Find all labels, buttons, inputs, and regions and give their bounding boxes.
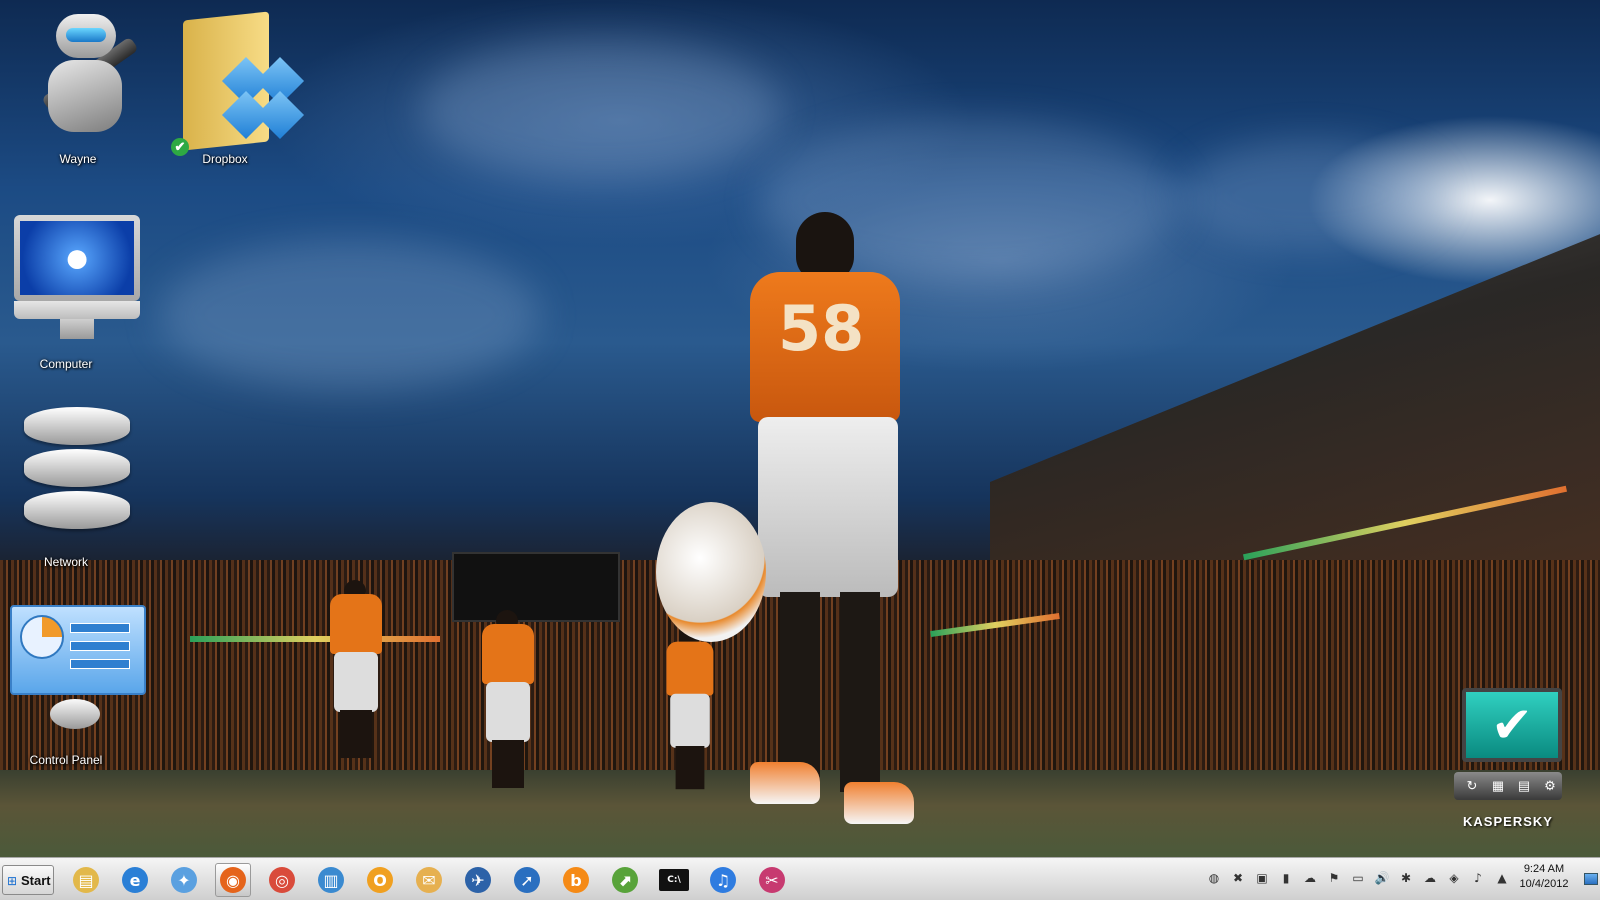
desktop-icon-network[interactable]: Network: [6, 403, 130, 569]
snipping-tool-icon: ✂: [759, 867, 785, 893]
onedrive-icon[interactable]: ☁: [1422, 870, 1438, 886]
imac-computer-icon: ●: [6, 205, 146, 355]
taskbar-notepad-button[interactable]: ▥: [313, 863, 349, 897]
taskbar-internet-explorer-button[interactable]: e: [117, 863, 153, 897]
battery-icon[interactable]: ▮: [1278, 870, 1294, 886]
protection-status-icon[interactable]: ✔: [1462, 688, 1562, 762]
desktop-icon-label: Network: [43, 555, 88, 569]
command-prompt-icon: C:\: [659, 869, 689, 891]
taskbar-chrome-button[interactable]: ◎: [264, 863, 300, 897]
clock[interactable]: 9:24 AM 10/4/2012: [1512, 862, 1576, 892]
bluetooth-icon[interactable]: ✱: [1398, 870, 1414, 886]
show-desktop-icon: [1584, 873, 1598, 885]
start-button[interactable]: ⊞ Start: [2, 865, 54, 895]
clock-date: 10/4/2012: [1519, 878, 1569, 890]
desktop-icon-label: Control Panel: [29, 753, 103, 767]
internet-explorer-icon: e: [122, 867, 148, 893]
start-label: Start: [21, 873, 51, 888]
taskbar-windows-explorer-button[interactable]: ▤: [68, 863, 104, 897]
itunes-icon: ♫: [710, 867, 736, 893]
settings-icon[interactable]: ⚙: [1542, 778, 1558, 794]
display-icon[interactable]: ▭: [1350, 870, 1366, 886]
calendar-icon[interactable]: ▦: [1490, 778, 1506, 794]
clock-time: 9:24 AM: [1523, 863, 1565, 875]
windows-logo-icon: ⊞: [7, 874, 18, 888]
taskbar-outlook-button[interactable]: O: [362, 863, 398, 897]
taskbar-safari-button[interactable]: ✦: [166, 863, 202, 897]
cloud-sync-icon[interactable]: ☁: [1302, 870, 1318, 886]
wallpaper-player: 58: [656, 212, 980, 852]
desktop-icon-computer[interactable]: ● Computer: [6, 205, 140, 371]
network-disks-icon: [6, 403, 146, 553]
sync-check-icon: ✔: [171, 138, 189, 156]
kaspersky-brand: KASPERSKY: [1463, 814, 1553, 829]
chrome-icon: ◎: [269, 867, 295, 893]
control-panel-icon: [6, 601, 146, 751]
taskbar-firefox-button[interactable]: ◉: [215, 863, 251, 897]
google-drive-icon[interactable]: ▲: [1494, 870, 1510, 886]
taskbar-snipping-tool-button[interactable]: ✂: [754, 863, 790, 897]
taskbar-itunes-button[interactable]: ♫: [705, 863, 741, 897]
rocket-app-icon: ➚: [514, 867, 540, 893]
safari-icon: ✦: [171, 867, 197, 893]
app-window-icon[interactable]: ▣: [1254, 870, 1270, 886]
thunderbird-icon: ✈: [465, 867, 491, 893]
refresh-icon[interactable]: ↻: [1464, 778, 1480, 794]
blogger-icon: b: [563, 867, 589, 893]
windows-explorer-icon: ▤: [73, 867, 99, 893]
automator-robot-icon: [18, 6, 139, 156]
notepad-icon: ▥: [318, 867, 344, 893]
sound-icon[interactable]: ♪: [1470, 870, 1486, 886]
taskbar: ⊞ Start ▤ e ✦ ◉ ◎ ▥ O ✉ ✈ ➚ b ⬈ C:\ ♫ ✂ ◍ ✖ ▣ ▮ ☁ ⚑ ▭ 🔊 ✱ ☁ ◈ ♪ ▲ …: [0, 857, 1600, 900]
taskbar-rocket-app-button[interactable]: ➚: [509, 863, 545, 897]
volume-icon[interactable]: 🔊: [1374, 870, 1390, 886]
taskbar-stock-chart-button[interactable]: ⬈: [607, 863, 643, 897]
show-desktop-button[interactable]: [1584, 870, 1598, 886]
jersey-number: 58: [778, 292, 865, 365]
kaspersky-gadget[interactable]: ✔ ↻ ▦ ▤ ⚙ KASPERSKY: [1450, 680, 1566, 850]
desktop-icon-wayne[interactable]: Wayne: [18, 6, 139, 166]
desktop-icon-control-panel[interactable]: Control Panel: [6, 601, 146, 767]
desktop-icon-label: Computer: [39, 357, 93, 371]
dropbox-folder-icon: ✔: [165, 6, 305, 156]
pdf-icon[interactable]: ✖: [1230, 870, 1246, 886]
apple-logo-icon: ●: [20, 221, 134, 295]
desktop-icon-dropbox[interactable]: ✔ Dropbox: [165, 6, 305, 166]
network-globe-icon[interactable]: ◍: [1206, 870, 1222, 886]
taskbar-command-prompt-button[interactable]: C:\: [656, 863, 692, 897]
outlook-icon: O: [367, 867, 393, 893]
dropbox-tray-icon[interactable]: ◈: [1446, 870, 1462, 886]
desktop[interactable]: 58 Wayne ✔ Dropbox ● Computer Network Co…: [0, 0, 1600, 857]
action-center-flag-icon[interactable]: ⚑: [1326, 870, 1342, 886]
taskbar-blogger-button[interactable]: b: [558, 863, 594, 897]
firefox-icon: ◉: [220, 867, 246, 893]
taskbar-thunderbird-button[interactable]: ✈: [460, 863, 496, 897]
taskbar-mail-button[interactable]: ✉: [411, 863, 447, 897]
stock-chart-icon: ⬈: [612, 867, 638, 893]
mail-icon: ✉: [416, 867, 442, 893]
report-icon[interactable]: ▤: [1516, 778, 1532, 794]
